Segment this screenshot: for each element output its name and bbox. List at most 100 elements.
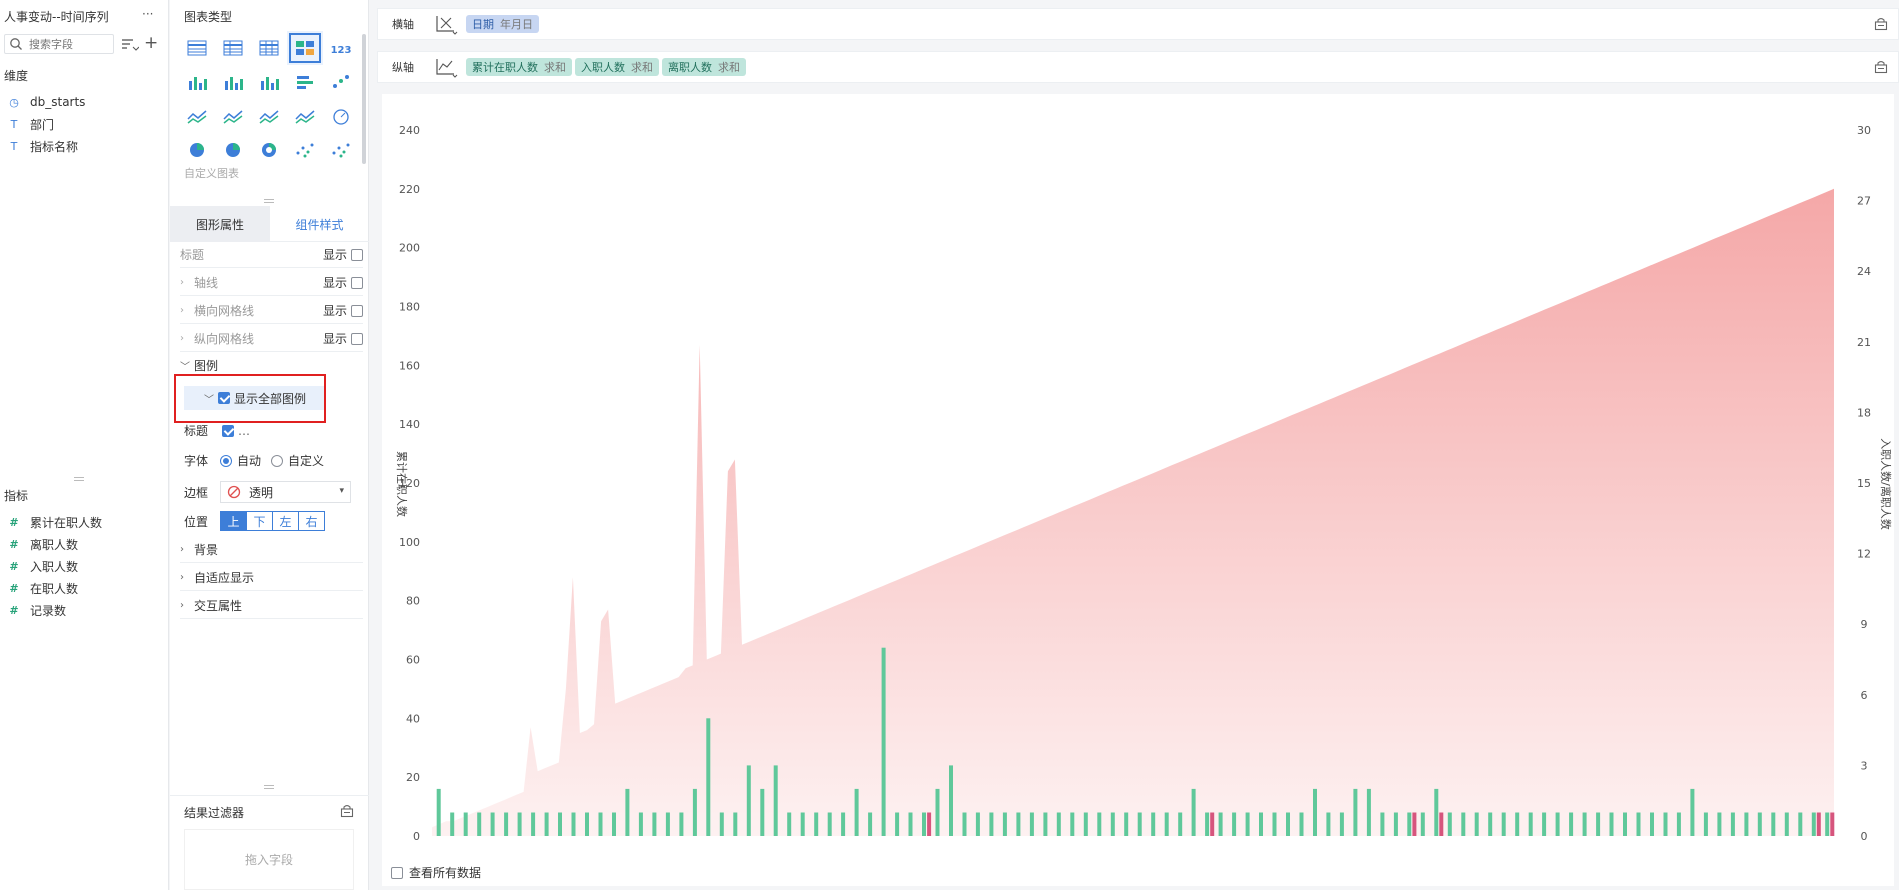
dot-map-icon — [296, 143, 314, 158]
hire-bar — [1353, 788, 1358, 836]
field-pill[interactable]: 日期 年月日 — [466, 15, 539, 33]
tab-component-style[interactable]: 组件样式 — [270, 206, 369, 242]
panel-resize-handle[interactable] — [264, 199, 274, 203]
sort-icon[interactable] — [121, 37, 139, 53]
dimension-item[interactable]: ◷ db_starts — [0, 91, 168, 113]
axis-type-icon[interactable] — [434, 13, 458, 35]
metric-item[interactable]: # 离职人数 — [0, 533, 168, 555]
gauge-chart-type[interactable] — [323, 99, 359, 133]
position-button[interactable]: 下 — [246, 511, 273, 531]
search-box[interactable] — [4, 34, 114, 54]
hire-bar — [800, 812, 805, 836]
kpi-card-icon — [296, 41, 314, 55]
filter-drop-zone[interactable]: 拖入字段 — [184, 829, 354, 890]
shelf-settings-icon[interactable] — [1874, 60, 1888, 74]
area-bar-chart[interactable]: 0204060801001201401601802002202400369121… — [382, 94, 1894, 886]
show-checkbox[interactable] — [351, 332, 363, 345]
multi-line-chart-type[interactable] — [179, 99, 215, 133]
panel-resize-handle[interactable] — [264, 785, 274, 789]
rose-chart-chart-type[interactable] — [215, 133, 251, 167]
hire-bar — [463, 812, 468, 836]
show-all-legend-row[interactable]: ﹀ 显示全部图例 — [184, 386, 324, 410]
field-pill[interactable]: 离职人数 求和 — [662, 58, 746, 76]
y-left-tick-label: 100 — [399, 536, 420, 549]
section-label: 交互属性 — [194, 599, 243, 613]
property-row[interactable]: › 纵向网格线 显示 — [180, 326, 363, 352]
scatter-small-icon — [333, 75, 349, 88]
hire-bar — [1245, 812, 1250, 836]
metric-item[interactable]: # 记录数 — [0, 599, 168, 621]
collapsible-section[interactable]: › 背景 — [180, 537, 363, 563]
hire-bar — [665, 812, 670, 836]
more-icon[interactable]: ··· — [142, 7, 153, 21]
detail-table-chart-type[interactable] — [251, 31, 287, 65]
position-button[interactable]: 左 — [272, 511, 299, 531]
y-right-axis-title: 入职人数/离职人数 — [1879, 438, 1893, 530]
metric-item[interactable]: # 在职人数 — [0, 577, 168, 599]
hire-bar — [787, 812, 792, 836]
dimension-item[interactable]: T 指标名称 — [0, 135, 168, 157]
y-axis-shelf[interactable]: 纵轴 累计在职人数 求和 入职人数 求和 离职人数 求和 — [377, 51, 1899, 83]
scatter-small-chart-type[interactable] — [323, 65, 359, 99]
area-chart-chart-type[interactable] — [287, 99, 323, 133]
bar-chart-chart-type[interactable] — [215, 65, 251, 99]
position-button[interactable]: 上 — [220, 511, 247, 531]
filter-settings-icon[interactable] — [340, 804, 354, 818]
hire-bar — [1056, 812, 1061, 836]
grouped-bar-chart-type[interactable] — [251, 65, 287, 99]
legend-title-checkbox[interactable] — [222, 424, 234, 437]
collapsible-section[interactable]: › 自适应显示 — [180, 565, 363, 591]
show-checkbox[interactable] — [351, 304, 363, 317]
legend-title-more[interactable]: … — [238, 424, 250, 438]
collapsible-section[interactable]: › 交互属性 — [180, 593, 363, 619]
hire-bar — [1515, 812, 1520, 836]
property-row[interactable]: › 轴线 显示 — [180, 270, 363, 296]
add-field-icon[interactable]: + — [144, 33, 158, 53]
search-input[interactable] — [27, 36, 111, 52]
y-right-tick-label: 0 — [1861, 830, 1868, 843]
radar-chart-type[interactable] — [251, 99, 287, 133]
number-card-chart-type[interactable]: 123 — [323, 31, 359, 65]
show-all-legend-checkbox[interactable] — [218, 392, 230, 404]
field-pill[interactable]: 入职人数 求和 — [575, 58, 659, 76]
hire-bar — [1070, 812, 1075, 836]
table-chart-type[interactable] — [179, 31, 215, 65]
stacked-bar-chart-type[interactable] — [179, 65, 215, 99]
grouped-bar-icon — [261, 77, 279, 90]
font-auto-radio[interactable] — [220, 454, 232, 467]
hire-bar — [1313, 788, 1317, 836]
shelf-settings-icon[interactable] — [1874, 17, 1888, 31]
x-axis-shelf[interactable]: 横轴 日期 年月日 — [377, 8, 1899, 40]
line-type-icon[interactable] — [434, 56, 458, 78]
metric-item[interactable]: # 入职人数 — [0, 555, 168, 577]
show-checkbox[interactable] — [351, 248, 363, 261]
line-chart-chart-type[interactable] — [215, 99, 251, 133]
metric-item[interactable]: # 累计在职人数 — [0, 511, 168, 533]
panel-resize-handle[interactable] — [74, 477, 84, 481]
property-row[interactable]: 标题 显示 — [180, 242, 363, 268]
kpi-card-chart-type[interactable] — [287, 31, 323, 65]
y-right-tick-label: 9 — [1861, 618, 1868, 631]
dot-map-chart-type[interactable] — [287, 133, 323, 167]
hire-bar — [1205, 812, 1210, 836]
donut-chart-chart-type[interactable] — [251, 133, 287, 167]
custom-chart-label[interactable]: 自定义图表 — [184, 165, 239, 181]
font-custom-radio[interactable] — [271, 454, 284, 467]
hire-bar — [1757, 812, 1762, 836]
property-row[interactable]: › 横向网格线 显示 — [180, 298, 363, 324]
view-all-data-checkbox[interactable] — [391, 866, 403, 879]
cluster-chart-type[interactable] — [323, 133, 359, 167]
cross-table-chart-type[interactable] — [215, 31, 251, 65]
show-checkbox[interactable] — [351, 276, 363, 289]
position-button[interactable]: 右 — [298, 511, 325, 531]
border-select[interactable]: 透明 ▾ — [220, 481, 351, 503]
tab-graph-properties[interactable]: 图形属性 — [170, 206, 270, 242]
radar-icon — [259, 110, 279, 124]
field-pill[interactable]: 累计在职人数 求和 — [466, 58, 572, 76]
chart-type-scrollbar[interactable] — [362, 34, 366, 164]
pie-chart-chart-type[interactable] — [179, 133, 215, 167]
metrics-heading: 指标 — [4, 489, 29, 503]
dimension-item[interactable]: T 部门 — [0, 113, 168, 135]
view-all-data-row[interactable]: 查看所有数据 — [391, 864, 481, 881]
horizontal-bar-chart-type[interactable] — [287, 65, 323, 99]
